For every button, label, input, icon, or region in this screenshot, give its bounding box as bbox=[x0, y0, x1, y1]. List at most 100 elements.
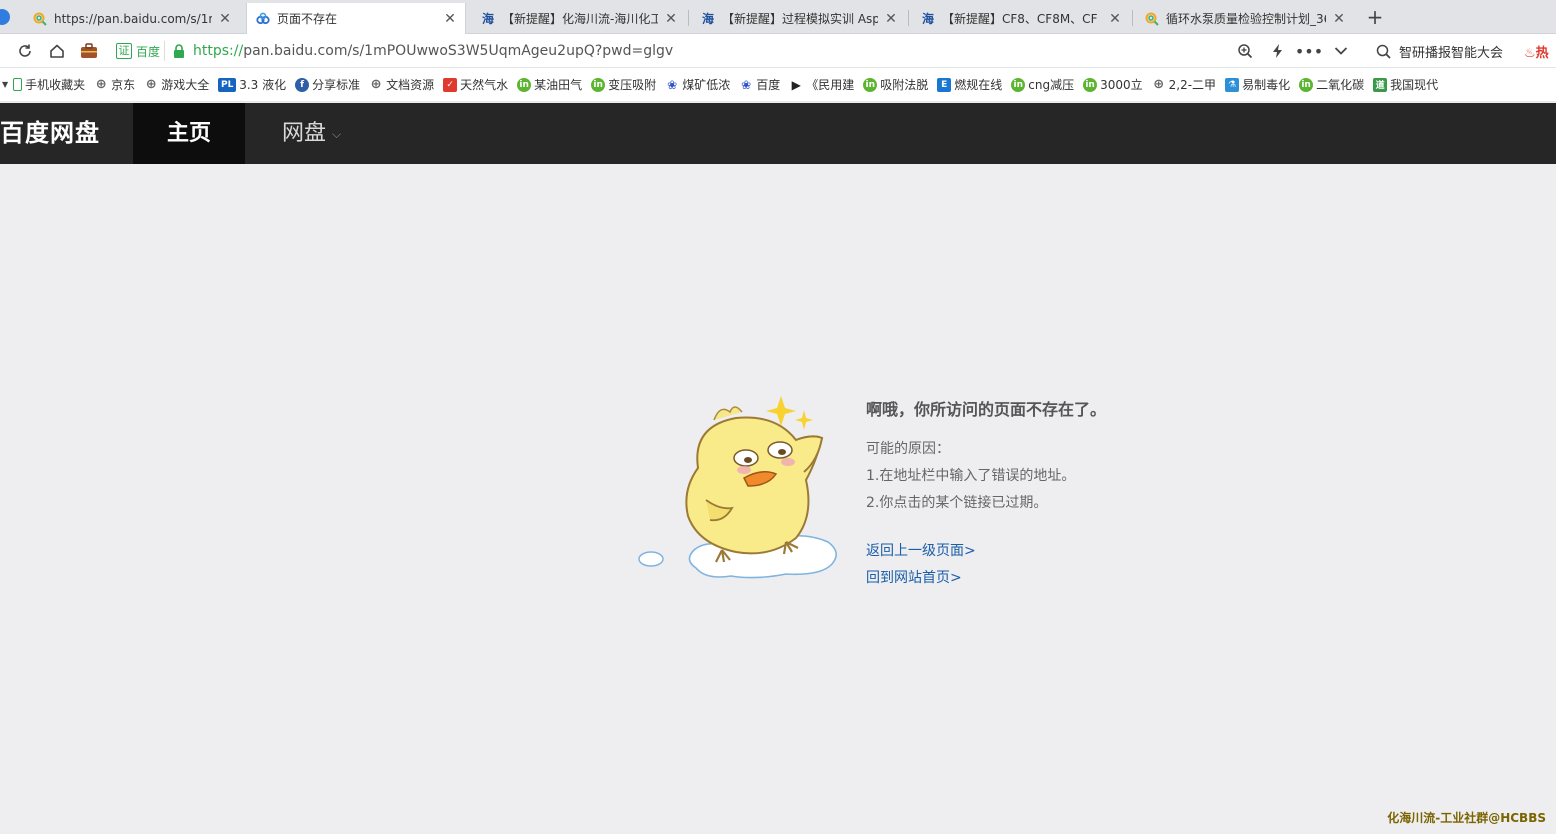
lock-icon bbox=[173, 44, 185, 58]
doc-icon: E bbox=[937, 77, 952, 92]
address-bar[interactable]: 证 百度 https://pan.baidu.com/s/1mPOUwwoS3W… bbox=[112, 38, 1362, 64]
globe-icon: ⊕ bbox=[145, 77, 157, 92]
in-icon: in bbox=[1011, 77, 1026, 92]
tab-title: 【新提醒】CF8、CF8M、CF bbox=[942, 12, 1098, 26]
tab-title: 【新提醒】过程模拟实训 Asp bbox=[722, 12, 878, 26]
check-icon: ✓ bbox=[443, 77, 458, 92]
play-icon: ▶ bbox=[791, 77, 801, 92]
hcbbs-icon: 海 bbox=[481, 12, 494, 26]
error-panel: 啊哦，你所访问的页面不存在了。 可能的原因： 1.在地址栏中输入了错误的地址。 … bbox=[636, 390, 1156, 600]
reasons-heading: 可能的原因： bbox=[866, 441, 950, 457]
baidu-pan-icon bbox=[255, 11, 271, 27]
bookmark-item[interactable]: 道我国现代 bbox=[1373, 76, 1438, 93]
tab-hcbbs-3[interactable]: 海 【新提醒】CF8、CF8M、CF ✕ bbox=[912, 3, 1130, 34]
bookmark-item[interactable]: ⊕ 游戏大全 bbox=[144, 76, 209, 93]
new-tab-plus-icon[interactable]: + bbox=[1362, 3, 1388, 31]
bookmark-item[interactable]: in 吸附法脱 bbox=[863, 76, 928, 93]
bookmark-item[interactable]: ⊕ 文档资源 bbox=[369, 76, 434, 93]
error-title: 啊哦，你所访问的页面不存在了。 bbox=[866, 400, 1107, 419]
tab-separator bbox=[688, 10, 689, 26]
error-reasons: 可能的原因： 1.在地址栏中输入了错误的地址。 2.你点击的某个链接已过期。 bbox=[866, 436, 1106, 517]
bookmarks-expand-icon[interactable]: ▼ bbox=[2, 80, 8, 89]
back-link[interactable]: 返回上一级页面> bbox=[866, 538, 1106, 565]
browser-toolbar: 证 百度 https://pan.baidu.com/s/1mPOUwwoS3W… bbox=[0, 34, 1556, 68]
tab-close-icon[interactable]: ✕ bbox=[664, 11, 678, 27]
browser-shield-icon[interactable] bbox=[0, 9, 10, 25]
home-icon[interactable] bbox=[46, 40, 68, 62]
tab-close-icon[interactable]: ✕ bbox=[218, 11, 232, 27]
in-icon: in bbox=[1083, 77, 1098, 92]
bookmark-item[interactable]: ⊕ 京东 bbox=[94, 76, 135, 93]
bookmark-item[interactable]: ⊕ 2,2-二甲 bbox=[1152, 76, 1216, 93]
in-icon: in bbox=[591, 77, 606, 92]
tab-page-not-found[interactable]: 页面不存在 ✕ bbox=[246, 3, 466, 34]
url-text[interactable]: https://pan.baidu.com/s/1mPOUwwoS3W5UqmA… bbox=[193, 43, 673, 59]
tab-pan-url[interactable]: https://pan.baidu.com/s/1m ✕ bbox=[24, 3, 240, 34]
globe-icon: ⊕ bbox=[1153, 77, 1165, 92]
error-message-block: 啊哦，你所访问的页面不存在了。 可能的原因： 1.在地址栏中输入了错误的地址。 … bbox=[866, 390, 1106, 592]
url-path: pan.baidu.com/s/1mPOUwwoS3W5UqmAgeu2upQ?… bbox=[243, 43, 674, 59]
phone-icon bbox=[13, 78, 23, 91]
tab-hcbbs-1[interactable]: 海 【新提醒】化海川流-海川化工 ✕ bbox=[472, 3, 686, 34]
search-suggestion-text: 智研播报智能大会 bbox=[1399, 45, 1504, 61]
paw-icon: ❀ bbox=[741, 77, 752, 92]
hot-flame-icon[interactable]: ♨热 bbox=[1524, 42, 1549, 61]
tab-close-icon[interactable]: ✕ bbox=[1108, 11, 1122, 27]
tab-close-icon[interactable]: ✕ bbox=[443, 11, 457, 27]
globe-icon: ⊕ bbox=[370, 77, 382, 92]
nav-home[interactable]: 主页 bbox=[133, 103, 245, 164]
reason-item: 2.你点击的某个链接已过期。 bbox=[866, 495, 1048, 511]
browser-search-icon bbox=[1144, 11, 1160, 27]
share-icon: f bbox=[295, 77, 310, 92]
bookmark-item[interactable]: ▶ 《民用建 bbox=[789, 76, 855, 93]
bookmarks-bar: ▼ 手机收藏夹 ⊕ 京东 ⊕ 游戏大全 PL 3.3 液化 f 分享标准 ⊕ 文档资源 ✓… bbox=[0, 68, 1556, 102]
browser-search-icon bbox=[32, 11, 48, 27]
tab-hcbbs-2[interactable]: 海 【新提醒】过程模拟实训 Asp ✕ bbox=[692, 3, 906, 34]
paw-icon: ❀ bbox=[667, 77, 678, 92]
bookmark-item[interactable]: in 二氧化碳 bbox=[1299, 76, 1364, 93]
in-icon: in bbox=[863, 77, 878, 92]
bookmark-item[interactable]: in 某油田气 bbox=[517, 76, 582, 93]
browser-search-box[interactable]: 智研播报智能大会 bbox=[1366, 34, 1503, 68]
bookmark-item[interactable]: ⚗ 易制毒化 bbox=[1225, 76, 1290, 93]
hcbbs-icon: 海 bbox=[921, 12, 934, 26]
reload-icon[interactable] bbox=[14, 40, 36, 62]
pan-header: 百度网盘 主页 网盘 ⌵ bbox=[0, 103, 1556, 164]
bookmark-item[interactable]: in 变压吸附 bbox=[591, 76, 656, 93]
bookmark-item[interactable]: ❀ 煤矿低浓 bbox=[665, 76, 730, 93]
url-scheme: https:// bbox=[193, 43, 244, 59]
hcbbs-icon: 海 bbox=[701, 12, 714, 26]
bookmark-item[interactable]: in cng减压 bbox=[1011, 76, 1074, 93]
error-links: 返回上一级页面> 回到网站首页> bbox=[866, 538, 1106, 592]
chick-illustration bbox=[638, 396, 837, 579]
bookmark-item[interactable]: ✓ 天然气水 bbox=[443, 76, 508, 93]
briefcase-icon[interactable] bbox=[78, 40, 100, 62]
search-icon bbox=[1376, 44, 1391, 59]
flask-icon: ⚗ bbox=[1225, 77, 1240, 92]
bookmark-item[interactable]: PL 3.3 液化 bbox=[218, 76, 286, 93]
tab-pump-plan[interactable]: 循环水泵质量检验控制计划_36 ✕ bbox=[1136, 3, 1354, 34]
dao-icon: 道 bbox=[1373, 77, 1388, 92]
chevron-down-icon: ⌵ bbox=[332, 126, 342, 141]
chevron-down-icon[interactable] bbox=[1331, 41, 1351, 61]
bookmark-item[interactable]: in 3000立 bbox=[1083, 76, 1143, 93]
tab-close-icon[interactable]: ✕ bbox=[1332, 11, 1346, 27]
lightning-icon[interactable] bbox=[1268, 41, 1288, 61]
home-link[interactable]: 回到网站首页> bbox=[866, 565, 1106, 592]
pan-logo[interactable]: 百度网盘 bbox=[0, 103, 100, 164]
zoom-icon[interactable] bbox=[1235, 41, 1255, 61]
globe-icon: ⊕ bbox=[95, 77, 107, 92]
tab-close-icon[interactable]: ✕ bbox=[884, 11, 898, 27]
nav-netdisk-label: 网盘 bbox=[282, 121, 327, 146]
bookmark-item[interactable]: ❀ 百度 bbox=[739, 76, 780, 93]
more-options-icon[interactable]: ••• bbox=[1295, 41, 1323, 61]
bookmark-item[interactable]: E 燃规在线 bbox=[937, 76, 1002, 93]
pl-icon: PL bbox=[218, 77, 237, 92]
reason-item: 1.在地址栏中输入了错误的地址。 bbox=[866, 468, 1076, 484]
security-cert-indicator[interactable]: 证 百度 bbox=[112, 41, 166, 61]
in-icon: in bbox=[1299, 77, 1314, 92]
nav-netdisk[interactable]: 网盘 ⌵ bbox=[282, 103, 341, 164]
bookmark-item[interactable]: f 分享标准 bbox=[295, 76, 360, 93]
bookmark-item[interactable]: 手机收藏夹 bbox=[13, 76, 85, 93]
tab-title: https://pan.baidu.com/s/1m bbox=[54, 11, 212, 26]
